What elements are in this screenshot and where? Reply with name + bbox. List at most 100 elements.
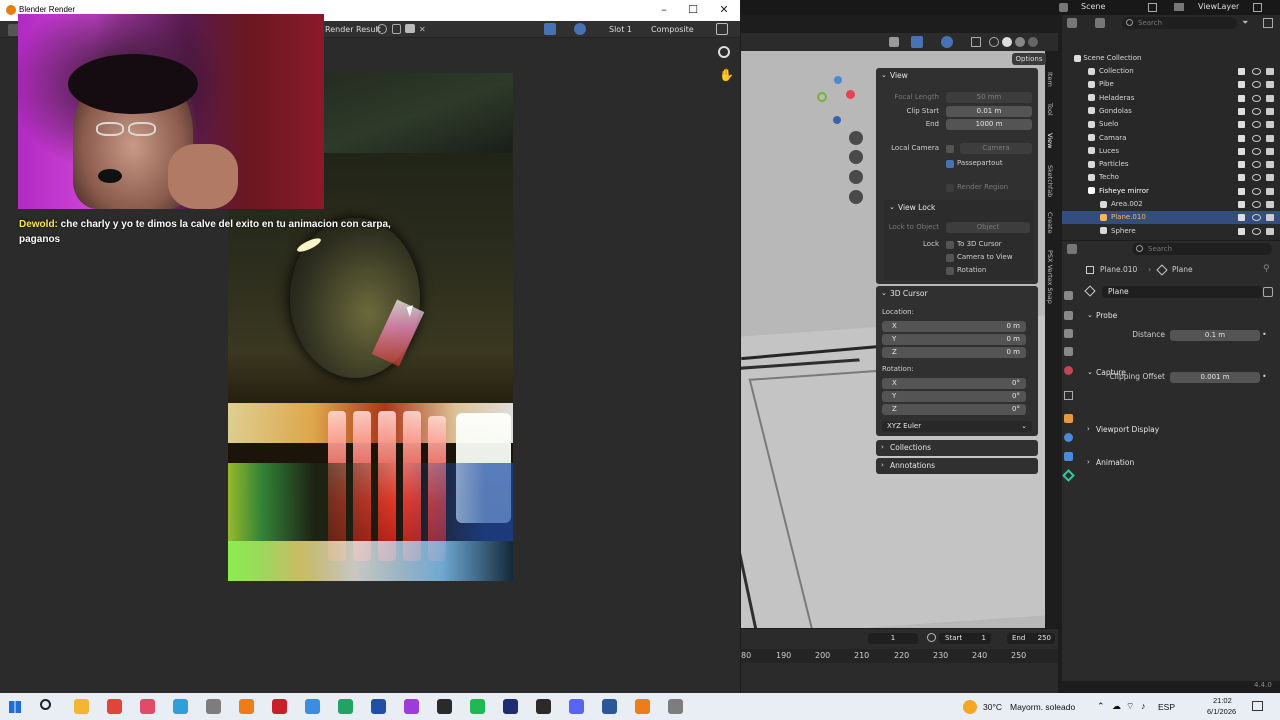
visibility-eye-icon[interactable] — [1252, 201, 1261, 208]
chevron-up-icon[interactable]: ⌃ — [1097, 701, 1105, 711]
taskbar-app-icon[interactable] — [503, 699, 518, 714]
render-camera-icon[interactable] — [1266, 94, 1274, 102]
hand-pan-icon[interactable]: ✋ — [719, 68, 734, 82]
outliner-item[interactable]: Luces — [1062, 145, 1280, 158]
current-frame-field[interactable]: 1 — [868, 633, 918, 644]
render-camera-icon[interactable] — [1266, 201, 1274, 208]
collections-panel[interactable]: › Collections — [876, 440, 1038, 456]
render-tab-icon[interactable] — [1064, 311, 1073, 320]
tab-view[interactable]: View — [1045, 133, 1054, 157]
tab-tool[interactable]: Tool — [1045, 103, 1054, 127]
render-camera-icon[interactable] — [1266, 134, 1274, 142]
taskbar-app-icon[interactable] — [74, 699, 89, 714]
probe-panel-header[interactable]: ⌄ Probe — [1082, 308, 1272, 323]
render-camera-icon[interactable] — [1266, 68, 1274, 75]
exclude-checkbox[interactable] — [1238, 161, 1245, 169]
outliner-item[interactable]: Sphere — [1062, 225, 1280, 238]
cursor-loc-x-field[interactable]: X 0 m — [882, 321, 1026, 332]
local-camera-checkbox[interactable] — [946, 145, 954, 153]
fake-user-icon[interactable] — [1263, 287, 1273, 297]
taskbar-app-icon[interactable] — [602, 699, 617, 714]
outliner-search-input[interactable]: Search — [1122, 17, 1237, 29]
exclude-checkbox[interactable] — [1238, 201, 1245, 208]
gizmo-z-axis-icon[interactable] — [834, 76, 842, 84]
outliner-item[interactable]: Particles — [1062, 158, 1280, 171]
exclude-checkbox[interactable] — [1238, 94, 1245, 102]
outliner-item[interactable]: Collection — [1062, 65, 1280, 78]
notification-icon[interactable] — [1252, 701, 1263, 711]
visibility-eye-icon[interactable] — [1252, 81, 1261, 89]
object-tab-icon[interactable] — [1064, 414, 1073, 423]
cursor-loc-z-field[interactable]: Z 0 m — [882, 347, 1026, 358]
folder-icon[interactable] — [405, 24, 415, 33]
render-pass-select[interactable]: Composite — [651, 23, 694, 36]
wifi-icon[interactable]: ⌔ — [1126, 701, 1134, 711]
taskbar-app-icon[interactable] — [437, 699, 452, 714]
visibility-eye-icon[interactable] — [1252, 68, 1261, 75]
tab-create[interactable]: Create — [1045, 212, 1054, 240]
windows-start-icon[interactable] — [9, 701, 21, 713]
scene-selector[interactable]: Scene — [1081, 2, 1105, 11]
collection-tab-icon[interactable] — [1064, 391, 1073, 400]
pan-hand-icon[interactable] — [849, 150, 863, 164]
breadcrumb-object[interactable]: Plane.010 — [1100, 265, 1137, 274]
tab-psx-vertex-snap[interactable]: PSX Vertex Snap — [1045, 250, 1054, 312]
breadcrumb-data[interactable]: Plane — [1172, 265, 1193, 274]
rendered-shading-icon[interactable] — [1028, 37, 1038, 47]
taskbar-app-icon[interactable] — [338, 699, 353, 714]
cloud-icon[interactable]: ☁ — [1112, 701, 1121, 711]
render-camera-icon[interactable] — [1266, 161, 1274, 169]
new-scene-icon[interactable] — [1148, 3, 1157, 12]
render-region-checkbox[interactable] — [946, 184, 954, 192]
visibility-eye-icon[interactable] — [1252, 147, 1261, 155]
taskbar-app-icon[interactable] — [206, 699, 221, 714]
clipping-offset-field[interactable]: 0.001 m — [1170, 372, 1260, 383]
render-camera-icon[interactable] — [1266, 214, 1274, 222]
pivot-icon[interactable] — [889, 37, 899, 47]
render-camera-icon[interactable] — [1266, 121, 1274, 129]
visibility-eye-icon[interactable] — [1252, 174, 1261, 182]
pin-icon[interactable]: ⚲ — [1263, 264, 1270, 274]
close-button[interactable]: ✕ — [715, 3, 733, 17]
taskbar-app-icon[interactable] — [668, 699, 683, 714]
clock-date[interactable]: 6/1/2026 — [1207, 707, 1236, 717]
exclude-checkbox[interactable] — [1238, 187, 1245, 195]
filter-icon[interactable]: ⏷ — [1242, 18, 1248, 28]
tab-item[interactable]: Item — [1045, 72, 1054, 96]
new-collection-icon[interactable] — [1263, 18, 1273, 28]
outliner-item[interactable]: Techo — [1062, 171, 1280, 184]
local-camera-field[interactable]: Camera — [960, 143, 1032, 154]
keyframe-dot-icon[interactable]: • — [1262, 330, 1267, 339]
gizmo-toggle-icon[interactable] — [544, 23, 556, 35]
visibility-eye-icon[interactable] — [1252, 107, 1261, 115]
overlay-toggle-icon[interactable] — [941, 36, 953, 48]
render-camera-icon[interactable] — [1266, 174, 1274, 182]
outliner-item[interactable]: Suelo — [1062, 118, 1280, 131]
camera-view-icon[interactable] — [849, 170, 863, 184]
render-camera-icon[interactable] — [1266, 227, 1274, 235]
search-icon[interactable] — [40, 699, 51, 710]
view-lock-header[interactable]: ⌄ View Lock — [884, 200, 1034, 215]
duplicate-icon[interactable] — [392, 24, 401, 34]
outliner-item[interactable]: Pibe — [1062, 78, 1280, 91]
lock-to-object-field[interactable]: Object — [946, 222, 1030, 233]
cursor-rot-y-field[interactable]: Y 0° — [882, 391, 1026, 402]
visibility-eye-icon[interactable] — [1252, 214, 1261, 222]
solid-shading-icon[interactable] — [1002, 37, 1012, 47]
tool-tab-icon[interactable] — [1064, 291, 1073, 300]
visibility-eye-icon[interactable] — [1252, 187, 1261, 195]
clip-end-field[interactable]: 1000 m — [946, 119, 1032, 130]
unlink-icon[interactable]: ✕ — [419, 23, 426, 36]
wireframe-shading-icon[interactable] — [989, 37, 999, 47]
render-camera-icon[interactable] — [1266, 81, 1274, 89]
exclude-checkbox[interactable] — [1238, 147, 1245, 155]
render-camera-icon[interactable] — [1266, 187, 1274, 195]
material-shading-icon[interactable] — [1015, 37, 1025, 47]
xray-icon[interactable] — [971, 37, 981, 47]
distance-field[interactable]: 0.1 m — [1170, 330, 1260, 341]
weather-temp[interactable]: 30°C — [983, 702, 1002, 712]
outliner-item[interactable]: Plane.010 — [1062, 211, 1280, 225]
taskbar-app-icon[interactable] — [173, 699, 188, 714]
render-camera-icon[interactable] — [1266, 147, 1274, 155]
constraints-tab-icon[interactable] — [1064, 452, 1073, 461]
